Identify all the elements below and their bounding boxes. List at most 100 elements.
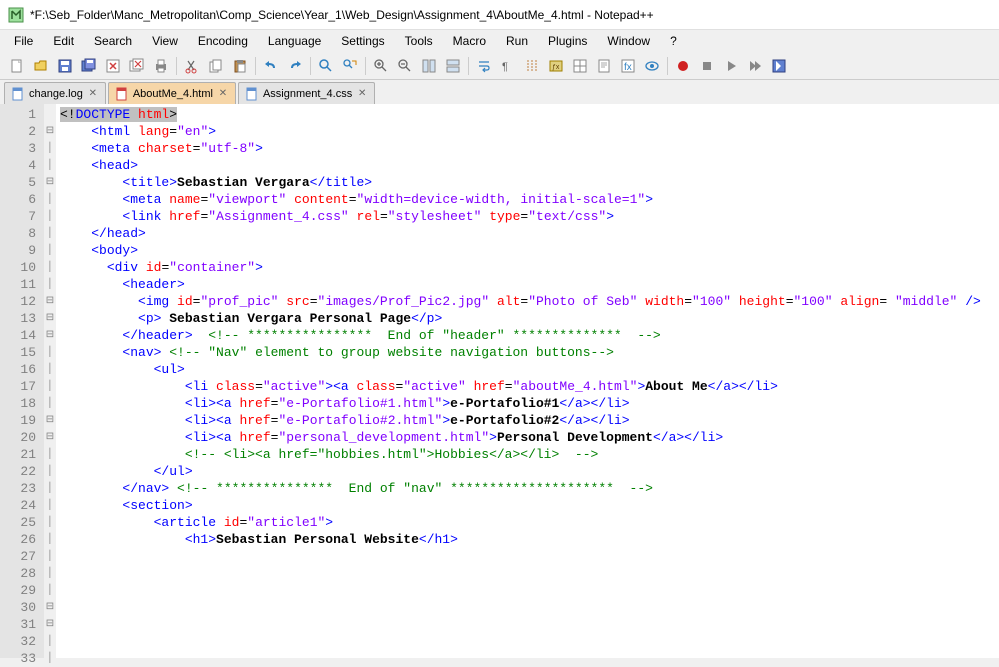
code-line[interactable]: <head> (60, 157, 995, 174)
folder-view-button[interactable] (569, 55, 591, 77)
menu-language[interactable]: Language (260, 32, 329, 50)
fold-marker[interactable]: │ (44, 531, 56, 548)
code-line[interactable]: <li class="active"><a class="active" hre… (60, 378, 995, 395)
menu-tools[interactable]: Tools (397, 32, 441, 50)
code-line[interactable]: <li><a href="e-Portafolio#1.html">e-Port… (60, 395, 995, 412)
fold-marker[interactable]: │ (44, 225, 56, 242)
find-button[interactable] (315, 55, 337, 77)
code-line[interactable]: <title>Sebastian Vergara</title> (60, 174, 995, 191)
menu-plugins[interactable]: Plugins (540, 32, 595, 50)
code-line[interactable]: <h1>Sebastian Personal Website</h1> (60, 531, 995, 548)
fold-marker[interactable] (44, 106, 56, 123)
fold-marker[interactable]: ⊟ (44, 616, 56, 633)
all-chars-button[interactable]: ¶ (497, 55, 519, 77)
fold-marker[interactable]: │ (44, 259, 56, 276)
menu-run[interactable]: Run (498, 32, 536, 50)
save-macro-button[interactable] (768, 55, 790, 77)
fold-marker[interactable]: ⊟ (44, 123, 56, 140)
menu-encoding[interactable]: Encoding (190, 32, 256, 50)
play-multi-button[interactable] (744, 55, 766, 77)
close-button[interactable] (102, 55, 124, 77)
close-icon[interactable]: ✕ (356, 88, 368, 100)
fold-marker[interactable]: ⊟ (44, 429, 56, 446)
fold-marker[interactable]: │ (44, 344, 56, 361)
code-line[interactable]: <body> (60, 242, 995, 259)
fold-marker[interactable]: │ (44, 463, 56, 480)
cut-button[interactable] (181, 55, 203, 77)
indent-guide-button[interactable] (521, 55, 543, 77)
open-file-button[interactable] (30, 55, 52, 77)
lang-button[interactable]: ƒx (545, 55, 567, 77)
save-button[interactable] (54, 55, 76, 77)
code-line[interactable]: <img id="prof_pic" src="images/Prof_Pic2… (60, 293, 995, 310)
save-all-button[interactable] (78, 55, 100, 77)
fold-marker[interactable]: ⊟ (44, 412, 56, 429)
code-line[interactable]: <meta name="viewport" content="width=dev… (60, 191, 995, 208)
code-line[interactable]: <header> (60, 276, 995, 293)
play-button[interactable] (720, 55, 742, 77)
fold-marker[interactable]: │ (44, 633, 56, 650)
wordwrap-button[interactable] (473, 55, 495, 77)
code-line[interactable]: <!-- <li><a href="hobbies.html">Hobbies<… (60, 446, 995, 463)
code-line[interactable]: </head> (60, 225, 995, 242)
fold-marker[interactable]: │ (44, 276, 56, 293)
replace-button[interactable] (339, 55, 361, 77)
print-button[interactable] (150, 55, 172, 77)
fold-marker[interactable]: │ (44, 140, 56, 157)
fold-marker[interactable]: ⊟ (44, 599, 56, 616)
close-icon[interactable]: ✕ (87, 88, 99, 100)
code-line[interactable]: </ul> (60, 463, 995, 480)
fold-marker[interactable]: │ (44, 548, 56, 565)
code-line[interactable]: <ul> (60, 361, 995, 378)
stop-button[interactable] (696, 55, 718, 77)
code-line[interactable]: <article id="article1"> (60, 514, 995, 531)
fold-marker[interactable]: ⊟ (44, 327, 56, 344)
fold-marker[interactable]: ⊟ (44, 174, 56, 191)
fold-marker[interactable]: │ (44, 191, 56, 208)
tab-aboutme-html[interactable]: AboutMe_4.html ✕ (108, 82, 236, 104)
fold-marker[interactable]: │ (44, 565, 56, 582)
fold-marker[interactable]: │ (44, 514, 56, 531)
code-line[interactable]: </header> <!-- **************** End of "… (60, 327, 995, 344)
fold-marker[interactable]: │ (44, 361, 56, 378)
code-line[interactable]: <link href="Assignment_4.css" rel="style… (60, 208, 995, 225)
code-line[interactable]: <html lang="en"> (60, 123, 995, 140)
close-all-button[interactable] (126, 55, 148, 77)
paste-button[interactable] (229, 55, 251, 77)
code-line[interactable]: <li><a href="e-Portafolio#2.html">e-Port… (60, 412, 995, 429)
fold-marker[interactable]: │ (44, 208, 56, 225)
close-icon[interactable]: ✕ (217, 88, 229, 100)
monitor-button[interactable] (641, 55, 663, 77)
fold-column[interactable]: ⊟││⊟││││││⊟⊟⊟││││⊟⊟│││││││││⊟⊟││ (44, 104, 56, 658)
zoom-out-button[interactable] (394, 55, 416, 77)
fold-marker[interactable]: │ (44, 650, 56, 667)
undo-button[interactable] (260, 55, 282, 77)
menu-edit[interactable]: Edit (45, 32, 82, 50)
tab-change-log[interactable]: change.log ✕ (4, 82, 106, 104)
fold-marker[interactable]: │ (44, 157, 56, 174)
record-button[interactable] (672, 55, 694, 77)
redo-button[interactable] (284, 55, 306, 77)
menu-window[interactable]: Window (599, 32, 658, 50)
menu-macro[interactable]: Macro (445, 32, 494, 50)
copy-button[interactable] (205, 55, 227, 77)
zoom-in-button[interactable] (370, 55, 392, 77)
code-line[interactable]: <section> (60, 497, 995, 514)
func-list-button[interactable]: fx (617, 55, 639, 77)
sync-h-button[interactable] (442, 55, 464, 77)
tab-assignment-css[interactable]: Assignment_4.css ✕ (238, 82, 375, 104)
code-line[interactable]: <meta charset="utf-8"> (60, 140, 995, 157)
code-line[interactable]: <div id="container"> (60, 259, 995, 276)
sync-v-button[interactable] (418, 55, 440, 77)
fold-marker[interactable]: │ (44, 395, 56, 412)
code-line[interactable]: <li><a href="personal_development.html">… (60, 429, 995, 446)
menu-help[interactable]: ? (662, 32, 685, 50)
code-line[interactable]: <p> Sebastian Vergara Personal Page</p> (60, 310, 995, 327)
fold-marker[interactable]: │ (44, 480, 56, 497)
menu-view[interactable]: View (144, 32, 186, 50)
code-line[interactable]: <!DOCTYPE html> (60, 106, 995, 123)
code-area[interactable]: <!DOCTYPE html> <html lang="en"> <meta c… (56, 104, 999, 658)
fold-marker[interactable]: │ (44, 497, 56, 514)
fold-marker[interactable]: ⊟ (44, 310, 56, 327)
fold-marker[interactable]: │ (44, 242, 56, 259)
